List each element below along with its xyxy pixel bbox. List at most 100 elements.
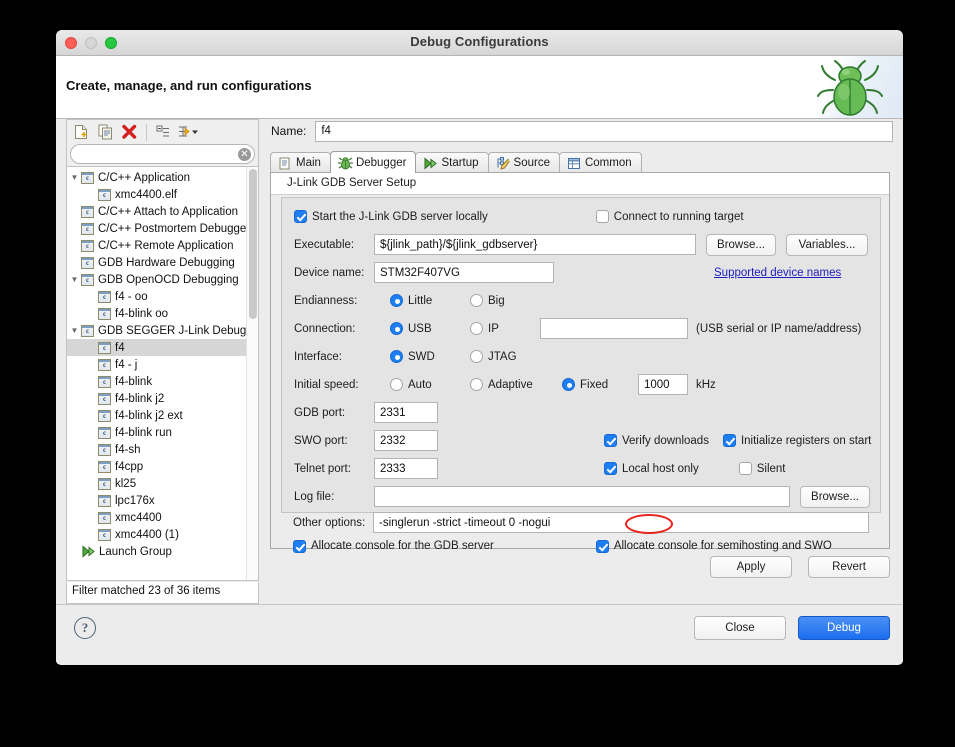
radio-circle [470,378,483,391]
initial-speed-input[interactable] [638,374,688,395]
executable-browse-button[interactable]: Browse... [706,233,776,256]
tree-item[interactable]: Launch Group [67,543,246,560]
name-row: Name: [267,119,893,143]
endianness-radio-little[interactable]: Little [390,294,470,307]
configuration-name-input[interactable] [315,120,893,142]
interface-radio-jtag[interactable]: JTAG [470,350,517,363]
tree-expander-icon[interactable]: ▼ [68,173,81,182]
tree-item[interactable]: c xmc4400.elf [67,186,246,203]
tree-expander-icon[interactable]: ▼ [68,326,81,335]
local-host-only-checkbox[interactable]: Local host only [604,462,699,475]
tree-item[interactable]: c f4-blink [67,373,246,390]
connection-radio-usb[interactable]: USB [390,322,470,335]
tree-item[interactable]: c lpc176x [67,492,246,509]
tree-item[interactable]: c GDB Hardware Debugging [67,254,246,271]
allocate-console-semihosting-checkbox[interactable]: Allocate console for semihosting and SWO [595,539,832,553]
initial-speed-radio-fixed[interactable]: Fixed [562,378,638,391]
log-file-input[interactable] [374,486,790,507]
tree-item[interactable]: c f4 - j [67,356,246,373]
tree-item-label: xmc4400.elf [115,188,178,201]
tree-item[interactable]: c f4 - oo [67,288,246,305]
radio-circle [470,294,483,307]
tab-common[interactable]: Common [558,152,642,173]
tab-startup[interactable]: Startup [415,152,489,173]
executable-variables-button[interactable]: Variables... [786,233,868,256]
tree-item[interactable]: ▼c GDB SEGGER J-Link Debugging [67,322,246,339]
supported-device-names-link[interactable]: Supported device names [714,267,841,279]
tree-item[interactable]: ▼ c GDB OpenOCD Debugging [67,271,246,288]
swo-port-input[interactable] [374,430,438,451]
device-name-label: Device name: [294,266,365,279]
configurations-tree[interactable]: ▼ c C/C++ Application c xmc4400.elf c C/C++ At… [66,166,259,581]
filter-configurations-icon[interactable] [177,122,198,142]
tree-item[interactable]: ▼ c C/C++ Application [67,169,246,186]
executable-input[interactable] [374,234,696,255]
initial-speed-radio-adaptive[interactable]: Adaptive [470,378,562,391]
tree-item-label: f4-blink j2 [115,392,165,405]
duplicate-configuration-icon[interactable] [95,122,116,142]
silent-checkbox[interactable]: Silent [738,462,786,475]
c-config-icon: c [98,511,111,524]
tree-item[interactable]: c kl25 [67,475,246,492]
initial-speed-label: Initial speed: [294,378,359,391]
tree-item[interactable]: c f4-sh [67,441,246,458]
tree-item-label: f4-blink [115,375,153,388]
tree-item[interactable]: c f4-blink j2 [67,390,246,407]
interface-swd-label: SWD [408,350,435,363]
tree-item[interactable]: c C/C++ Remote Application [67,237,246,254]
connect-running-target-checkbox[interactable]: Connect to running target [595,210,744,223]
tab-main[interactable]: Main [270,152,331,173]
connection-ip-label: IP [488,322,499,335]
gdb-port-input[interactable] [374,402,438,423]
c-config-icon: c [81,171,94,184]
c-config-icon: c [98,358,111,371]
endianness-radio-big[interactable]: Big [470,294,505,307]
log-file-browse-button[interactable]: Browse... [800,485,870,508]
tree-scrollbar[interactable] [246,167,258,580]
tree-item[interactable]: c xmc4400 (1) [67,526,246,543]
new-configuration-icon[interactable] [71,122,92,142]
tab-debugger[interactable]: Debugger [329,151,417,173]
close-button[interactable]: Close [694,616,786,640]
other-options-input[interactable] [373,512,869,533]
connection-radio-ip[interactable]: IP [470,322,540,335]
c-config-icon: c [98,477,111,490]
tree-item[interactable]: c f4 [67,339,246,356]
c-config-icon: c [98,307,111,320]
endianness-label: Endianness: [294,294,358,307]
initial-speed-radio-auto[interactable]: Auto [390,378,470,391]
tree-toolbar [66,119,259,144]
debug-button[interactable]: Debug [798,616,890,640]
tree-item[interactable]: c f4-blink j2 ext [67,407,246,424]
tree-item[interactable]: c C/C++ Attach to Application [67,203,246,220]
clear-icon[interactable]: ✕ [238,148,251,161]
tree-item-label: C/C++ Postmortem Debugger [98,222,246,235]
tab-source[interactable]: Source [487,152,560,173]
help-icon[interactable]: ? [74,617,96,639]
filter-input[interactable] [70,144,255,164]
tree-item[interactable]: c C/C++ Postmortem Debugger [67,220,246,237]
tree-item[interactable]: c f4cpp [67,458,246,475]
initialize-registers-label: Initialize registers on start [740,434,872,447]
radio-circle [470,322,483,335]
start-server-checkbox[interactable]: Start the J-Link GDB server locally [294,210,488,223]
initial-speed-auto-label: Auto [408,378,432,391]
verify-downloads-checkbox[interactable]: Verify downloads [604,434,709,447]
tree-item[interactable]: c xmc4400 [67,509,246,526]
allocate-console-gdb-checkbox[interactable]: Allocate console for the GDB server [293,539,494,553]
apply-button[interactable]: Apply [710,556,792,578]
tree-expander-icon[interactable]: ▼ [68,275,81,284]
revert-button[interactable]: Revert [808,556,890,578]
telnet-port-input[interactable] [374,458,438,479]
connection-address-input[interactable] [540,318,688,339]
interface-radio-swd[interactable]: SWD [390,350,470,363]
device-name-input[interactable] [374,262,554,283]
tree-item[interactable]: c f4-blink oo [67,305,246,322]
tree-scrollbar-thumb[interactable] [249,169,257,319]
tree-item[interactable]: c f4-blink run [67,424,246,441]
initialize-registers-checkbox[interactable]: Initialize registers on start [722,434,872,447]
delete-configuration-icon[interactable] [119,122,140,142]
telnet-port-label: Telnet port: [294,462,351,475]
collapse-all-icon[interactable] [153,122,174,142]
configuration-editor-pane: Name: Main Debugger Startup Source Common J-… [267,119,893,604]
